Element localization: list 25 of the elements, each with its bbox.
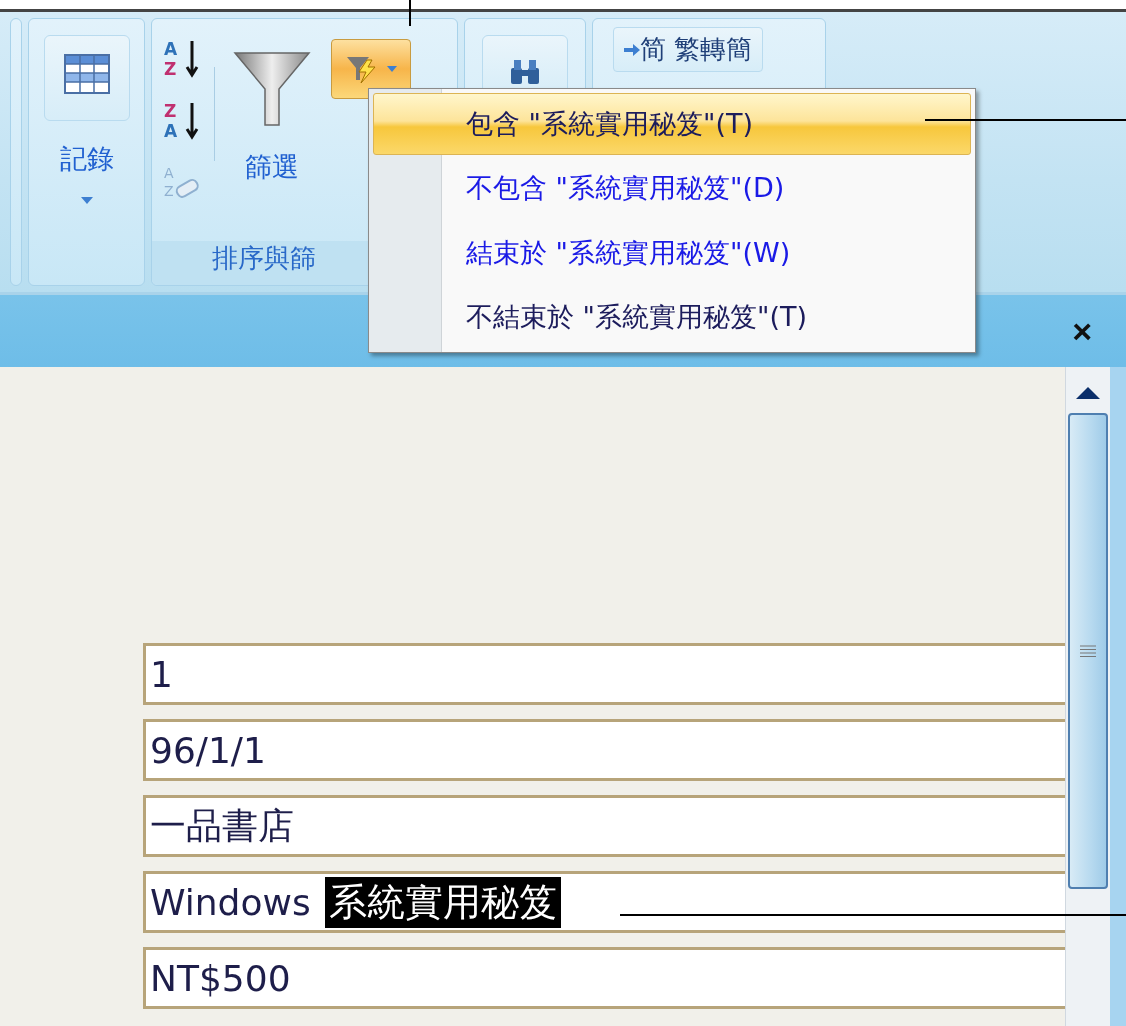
input-field[interactable]: 1	[143, 643, 1065, 705]
input-field[interactable]: 一品書店	[143, 795, 1065, 857]
menu-item[interactable]: 不包含 "系統實用秘笈"(D)	[373, 157, 971, 220]
highlighted-text: 系統實用秘笈	[324, 876, 561, 928]
input-field[interactable]: 96/1/1	[143, 719, 1065, 781]
leader-line	[409, 0, 411, 26]
input-field[interactable]: NT$500	[143, 947, 1065, 1009]
scrollbar[interactable]	[1065, 367, 1110, 1026]
table-icon	[63, 54, 110, 94]
funnel-icon[interactable]	[233, 49, 311, 129]
input-field[interactable]: Windows 系統實用秘笈	[143, 871, 1065, 933]
caret-icon	[387, 66, 397, 72]
records-label[interactable]: 記錄	[59, 141, 114, 177]
selection-filter-button[interactable]	[331, 39, 411, 99]
menu-item[interactable]: 包含 "系統實用秘笈"(T)	[373, 93, 971, 156]
grip-icon	[1080, 645, 1096, 657]
records-button[interactable]	[43, 35, 130, 121]
caret-icon[interactable]	[80, 197, 93, 204]
menu-item[interactable]: 不結束於 "系統實用秘笈"(T)	[373, 285, 971, 348]
convert-button[interactable]: 简 繁轉簡	[613, 27, 763, 72]
binoculars-icon	[508, 58, 542, 86]
filter-label[interactable]: 篩選	[245, 149, 299, 185]
scroll-up-icon[interactable]	[1076, 387, 1100, 399]
scroll-thumb[interactable]	[1068, 413, 1108, 889]
close-button[interactable]: ×	[1068, 314, 1096, 348]
